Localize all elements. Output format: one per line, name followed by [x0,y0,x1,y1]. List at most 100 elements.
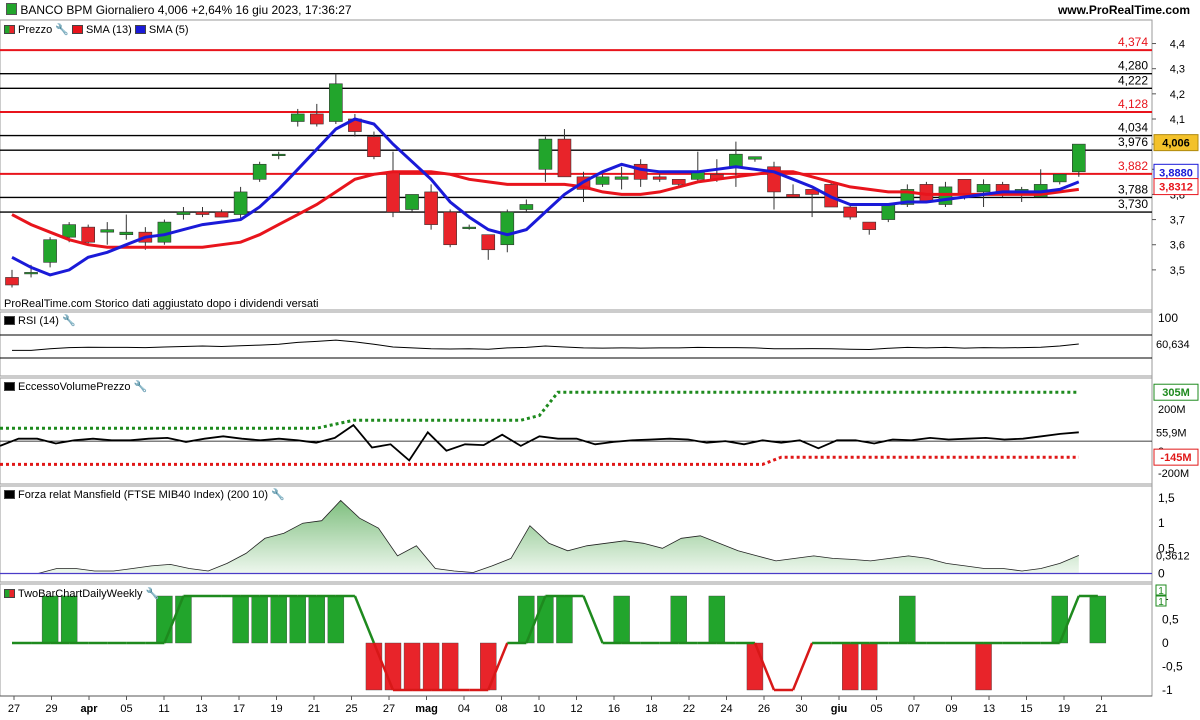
candle-body [443,211,457,246]
twobar-bar [861,642,878,691]
twobar-bar [403,642,421,691]
legend-rsi[interactable]: RSI (14) 🔧 [4,314,76,327]
twobar-bar [251,595,268,644]
twobar-bar [480,642,497,691]
x-tick-label: 12 [570,703,582,715]
twobar-bar [327,595,345,644]
legend-sma5-label: SMA (5) [148,23,189,36]
candle-body [176,211,191,215]
sma5-flag: 3,8880 [1159,167,1193,179]
sma13-swatch-icon [71,25,83,34]
title-text: BANCO BPM Giornaliero 4,006 +2,64% 16 gi… [20,3,352,17]
x-tick-label: 10 [533,703,545,715]
x-tick-label: 04 [458,703,470,715]
x-tick-label: 18 [645,703,657,715]
twobar-bar [308,595,325,644]
legend-volume-label: EccessoVolumePrezzo [18,380,131,393]
price-tick-label: 4,1 [1170,114,1185,126]
candle-body [748,156,762,160]
candle-body [252,163,267,180]
wrench-icon[interactable]: 🔧 [134,380,148,393]
candle-body [424,191,438,225]
candle-body [271,153,286,156]
legend-price[interactable]: Prezzo 🔧 SMA (13) SMA (5) [4,23,189,36]
level-label: 4,034 [1118,121,1148,135]
twobar-tick-label: 0,5 [1162,613,1179,627]
candle-body [633,163,648,180]
chart-title: BANCO BPM Giornaliero 4,006 +2,64% 16 gi… [6,3,352,17]
wrench-icon[interactable]: 🔧 [62,314,76,327]
x-tick-label: 05 [120,703,132,715]
candle-body [386,171,400,213]
mansfield-tick-label: 1,5 [1158,491,1175,505]
candle-body [405,194,419,210]
twobar-bar [746,642,764,691]
candle-body [214,211,229,218]
site-label[interactable]: www.ProRealTime.com [1058,3,1190,17]
wrench-icon[interactable]: 🔧 [271,488,285,501]
wrench-icon[interactable]: 🔧 [146,587,160,600]
panel-price [0,19,1153,311]
twobar-bar [1089,595,1107,644]
sma5-swatch-icon [134,25,146,34]
candle-body [1072,143,1086,173]
twobar-tick-label: -0,5 [1162,660,1183,674]
x-tick-label: 27 [383,703,395,715]
x-tick-label: 19 [270,703,282,715]
candle-body [309,113,324,125]
candle-body [62,224,76,238]
sma13-flag: 3,8312 [1159,182,1193,194]
x-tick-label: 25 [345,703,357,715]
candle-body [519,204,534,210]
price-swatch-icon [4,25,15,34]
twobar-swatch-icon [4,589,15,598]
legend-twobar[interactable]: TwoBarChartDailyWeekly 🔧 [4,587,159,600]
price-tick-label: 3,5 [1170,265,1185,277]
x-tick-label: 13 [195,703,207,715]
x-tick-label: 24 [720,703,732,715]
panel-rsi [0,311,1153,377]
candle-body [652,176,667,180]
chart-canvas[interactable]: 4,44,34,24,143,93,83,73,63,54,3744,2804,… [0,0,1200,720]
rsi-swatch-icon [4,316,15,325]
x-tick-label: 15 [1020,703,1032,715]
panel-vol [0,377,1153,485]
candle-body [614,176,629,180]
x-tick-label: 21 [308,703,320,715]
candle-body [462,226,477,229]
twobar-bar [365,642,383,691]
volume-tick-label: -200M [1158,468,1189,480]
x-tick-label: 21 [1095,703,1107,715]
x-tick-label: mag [415,703,438,715]
legend-price-label: Prezzo [18,23,53,36]
twobar-bar [422,642,440,691]
twobar-bar [556,595,573,644]
x-tick-label: 26 [758,703,770,715]
volume-tick-label: 200M [1158,404,1186,416]
candle-body [729,153,743,168]
x-tick-label: 09 [945,703,957,715]
twobar-bar [60,595,78,644]
legend-volume[interactable]: EccessoVolumePrezzo 🔧 [4,380,147,393]
candle-body [195,211,210,215]
x-tick-label: 07 [908,703,920,715]
candle-body [881,204,896,220]
wrench-icon[interactable]: 🔧 [55,23,69,36]
twobar-bar [41,595,59,644]
twobar-bar [441,642,459,691]
candle-body [557,138,572,178]
price-tick-label: 4,2 [1170,89,1185,101]
rsi-tick-label: 100 [1158,311,1178,325]
candle-body [43,239,57,263]
candle-icon [6,3,17,15]
price-tick-label: 4,3 [1170,64,1185,76]
candle-body [81,226,95,243]
twobar-bar [270,595,287,644]
twobar-bar [670,595,687,644]
candle-body [329,83,343,122]
twobar-bar [175,595,192,644]
x-tick-label: apr [80,703,98,715]
legend-mansfield[interactable]: Forza relat Mansfield (FTSE MIB40 Index)… [4,488,285,501]
x-tick-label: giu [831,703,848,715]
twobar-flag: 1 [1158,597,1164,608]
